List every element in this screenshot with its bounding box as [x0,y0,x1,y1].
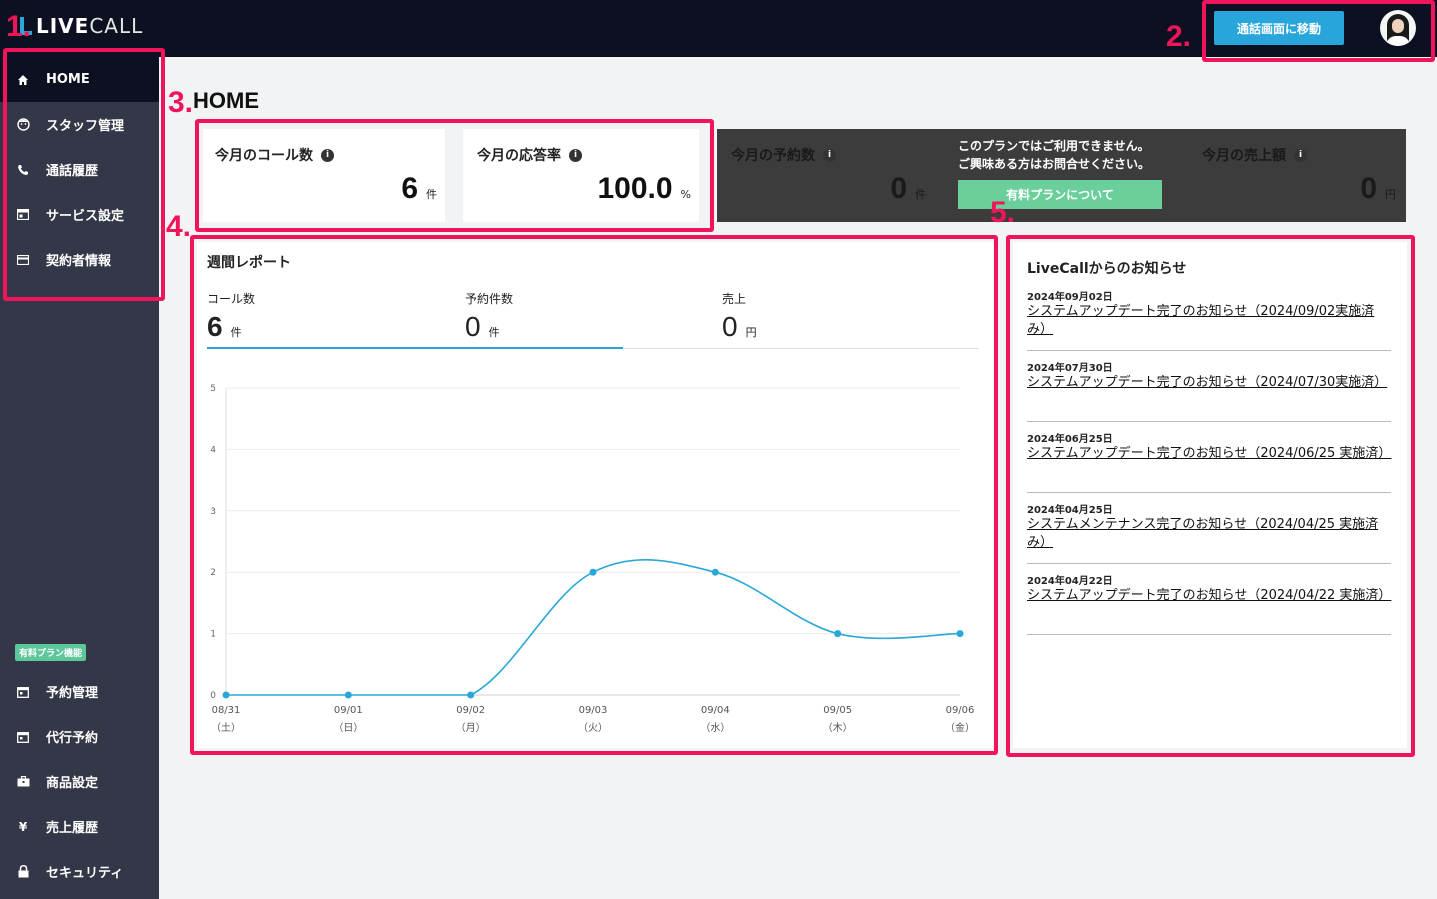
stat-unit: 円 [1385,188,1396,201]
sidebar-item-proxy-reservation[interactable]: 代行予約 [0,714,159,759]
stat-unit: 件 [915,188,926,201]
annotation-box-4 [190,235,998,755]
sidebar-item-label: 売上履歴 [46,821,99,836]
stat-card-reservations: 今月の予約数 i 0件 [717,129,936,222]
annotation-number-1: 1. [6,10,32,43]
stat-label: 今月の売上額 [1202,148,1286,164]
sidebar-item-product-settings[interactable]: 商品設定 [0,759,159,804]
stat-card-sales: 今月の売上額 i 0円 [1172,129,1406,222]
annotation-number-3: 3. [168,86,194,119]
sidebar-item-sales-history[interactable]: ¥ 売上履歴 [0,804,159,849]
page-title: HOME [193,88,259,113]
sidebar-item-label: 代行予約 [46,731,99,746]
stat-value: 0 [890,172,907,205]
sidebar-item-label: 商品設定 [46,776,99,791]
sidebar-item-label: セキュリティ [46,866,124,881]
annotation-box-5 [1006,235,1415,757]
lock-icon [0,865,46,878]
yen-icon: ¥ [18,819,28,834]
stat-value: 0 [1360,172,1377,205]
info-icon: i [823,148,836,162]
sidebar-item-security[interactable]: セキュリティ [0,849,159,894]
annotation-number-2: 2. [1166,20,1192,53]
annotation-box-2 [1202,0,1435,62]
plan-restriction-overlay: このプランではご利用できません。 ご興味ある方はお問合せください。 有料プランに… [936,129,1172,222]
briefcase-icon [0,776,46,787]
calendar-icon [0,731,46,743]
logo-text-bold: LIVE [36,14,90,38]
stat-label: 今月の予約数 [731,148,815,164]
logo-text-light: CALL [89,14,144,38]
paid-plan-badge: 有料プラン機能 [15,644,87,661]
sidebar-item-label: 予約管理 [46,686,99,701]
annotation-box-3 [195,119,714,232]
info-icon: i [1294,148,1307,162]
annotation-number-4: 4. [166,210,192,243]
plan-message-line2: ご興味ある方はお問合せください。 [958,157,1151,171]
annotation-number-5: 5. [990,196,1016,229]
calendar-icon [0,686,46,698]
sidebar-item-reservation-management[interactable]: 予約管理 [0,669,159,714]
plan-message-line1: このプランではご利用できません。 [958,139,1150,153]
annotation-box-1 [3,48,165,301]
livecall-logo[interactable]: LIVECALL [18,14,143,38]
paid-plan-info-button[interactable]: 有料プランについて [958,180,1162,209]
